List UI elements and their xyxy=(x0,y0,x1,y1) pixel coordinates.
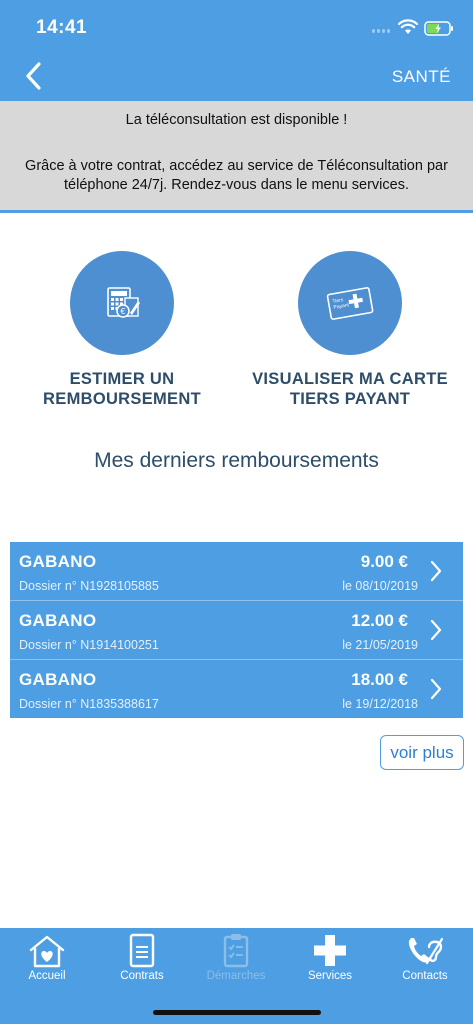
chevron-right-icon xyxy=(430,560,442,582)
document-icon xyxy=(129,933,155,968)
reimbursement-row[interactable]: GABANO Dossier n° N1835388617 18.00 € le… xyxy=(10,660,463,718)
action-label: ESTIMER UN REMBOURSEMENT xyxy=(22,369,222,409)
cellular-signal-icon xyxy=(372,29,390,33)
battery-charging-icon xyxy=(424,21,453,36)
phone-hearing-icon xyxy=(408,937,444,965)
tab-accueil[interactable]: Accueil xyxy=(0,928,94,988)
reimbursement-row[interactable]: GABANO Dossier n° N1914100251 12.00 € le… xyxy=(10,601,463,660)
calculator-document-icon: € xyxy=(107,287,140,318)
reimbursement-date: le 08/10/2019 xyxy=(342,579,418,593)
estimate-reimbursement-button[interactable]: € ESTIMER UN REMBOURSEMENT xyxy=(22,251,222,409)
svg-text:€: € xyxy=(120,307,125,316)
banner-text: Grâce à votre contrat, accédez au servic… xyxy=(25,158,448,193)
reimbursement-amount: 12.00 € xyxy=(351,611,408,630)
tab-label: Accueil xyxy=(28,970,66,982)
action-circle[interactable]: Tiers Payant xyxy=(298,251,402,355)
tab-services[interactable]: Services xyxy=(283,928,377,988)
app-header: 14:41 SANTÉ xyxy=(0,0,473,101)
tab-label: Démarches xyxy=(206,970,266,982)
tiers-payant-card-icon: Tiers Payant xyxy=(326,287,374,320)
banner-title: La téléconsultation est disponible ! xyxy=(125,112,348,128)
action-label-line1: VISUALISER MA CARTE xyxy=(252,370,448,388)
tab-demarches[interactable]: Démarches xyxy=(189,928,283,988)
action-circle[interactable]: € xyxy=(70,251,174,355)
see-more-button[interactable]: voir plus xyxy=(380,735,464,770)
chevron-right-icon xyxy=(430,619,442,641)
beneficiary-name: GABANO xyxy=(19,670,97,689)
reimbursement-list: GABANO Dossier n° N1928105885 9.00 € le … xyxy=(10,542,463,718)
chevron-right-icon xyxy=(430,678,442,700)
tab-contrats[interactable]: Contrats xyxy=(95,928,189,988)
tab-label: Services xyxy=(307,970,353,982)
tab-contacts[interactable]: Contacts xyxy=(378,928,472,988)
dossier-number: Dossier n° N1928105885 xyxy=(19,579,159,593)
status-bar: 14:41 xyxy=(0,0,473,52)
action-label-line1: ESTIMER UN xyxy=(69,370,175,388)
status-time: 14:41 xyxy=(36,17,88,38)
teleconsultation-banner: La téléconsultation est disponible ! Grâ… xyxy=(0,101,473,213)
action-label-line2: TIERS PAYANT xyxy=(289,390,411,408)
section-title: Mes derniers remboursements xyxy=(94,449,379,472)
home-indicator xyxy=(153,1010,321,1015)
beneficiary-name: GABANO xyxy=(19,552,97,571)
page-title: SANTÉ xyxy=(391,67,451,86)
reimbursement-amount: 9.00 € xyxy=(360,552,408,571)
action-label-line2: REMBOURSEMENT xyxy=(43,390,201,408)
reimbursement-amount: 18.00 € xyxy=(351,670,408,689)
reimbursement-date: le 19/12/2018 xyxy=(342,697,418,711)
reimbursement-row[interactable]: GABANO Dossier n° N1928105885 9.00 € le … xyxy=(10,542,463,601)
tab-label: Contacts xyxy=(402,970,448,982)
dossier-number: Dossier n° N1835388617 xyxy=(19,697,159,711)
home-heart-icon xyxy=(29,935,65,968)
back-button[interactable] xyxy=(20,60,50,92)
wifi-icon xyxy=(398,19,418,34)
reimbursement-date: le 21/05/2019 xyxy=(342,638,418,652)
dossier-number: Dossier n° N1914100251 xyxy=(19,638,159,652)
medical-cross-icon xyxy=(314,935,346,966)
action-label: VISUALISER MA CARTE TIERS PAYANT xyxy=(250,369,450,409)
clipboard-checklist-icon xyxy=(223,934,249,968)
beneficiary-name: GABANO xyxy=(19,611,97,630)
tab-label: Contrats xyxy=(120,970,164,982)
view-tiers-payant-card-button[interactable]: Tiers Payant VISUALISER MA CARTE TIERS P… xyxy=(250,251,450,409)
